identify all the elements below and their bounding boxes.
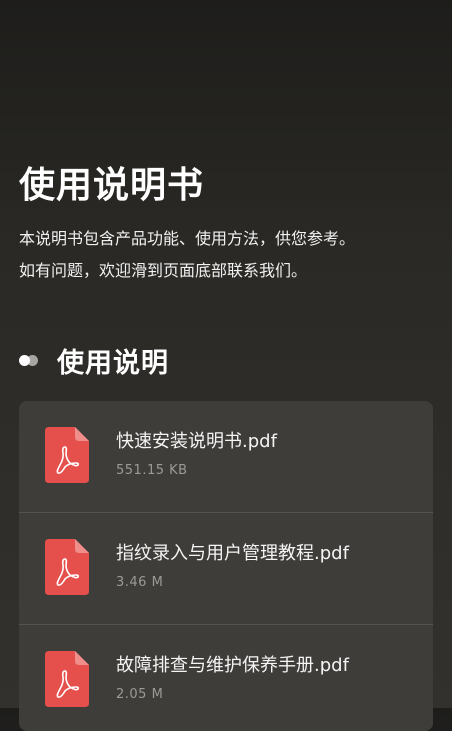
file-name: 快速安装说明书.pdf — [116, 431, 277, 452]
pdf-file-icon — [45, 539, 89, 595]
file-size: 2.05 M — [116, 687, 164, 702]
page-title: 使用说明书 — [19, 165, 205, 206]
file-list-card: 快速安装说明书.pdf 551.15 KB 指纹录入与用户管理教程.pdf 3.… — [19, 401, 433, 731]
section-header: 使用说明 — [19, 340, 169, 380]
file-row[interactable]: 快速安装说明书.pdf 551.15 KB — [19, 401, 433, 513]
file-size: 3.46 M — [116, 575, 164, 590]
file-name: 指纹录入与用户管理教程.pdf — [116, 543, 349, 564]
intro-text: 本说明书包含产品功能、使用方法，供您参考。 如有问题，欢迎滑到页面底部联系我们。 — [19, 223, 439, 287]
file-name: 故障排查与维护保养手册.pdf — [116, 655, 349, 676]
section-dots-icon — [19, 352, 45, 368]
intro-line-1: 本说明书包含产品功能、使用方法，供您参考。 — [19, 229, 356, 248]
pdf-file-icon — [45, 651, 89, 707]
pdf-file-icon — [45, 427, 89, 483]
file-row[interactable]: 指纹录入与用户管理教程.pdf 3.46 M — [19, 513, 433, 625]
intro-line-2: 如有问题，欢迎滑到页面底部联系我们。 — [19, 261, 308, 280]
section-title: 使用说明 — [57, 347, 169, 379]
file-row[interactable]: 故障排查与维护保养手册.pdf 2.05 M — [19, 625, 433, 731]
file-size: 551.15 KB — [116, 463, 188, 478]
